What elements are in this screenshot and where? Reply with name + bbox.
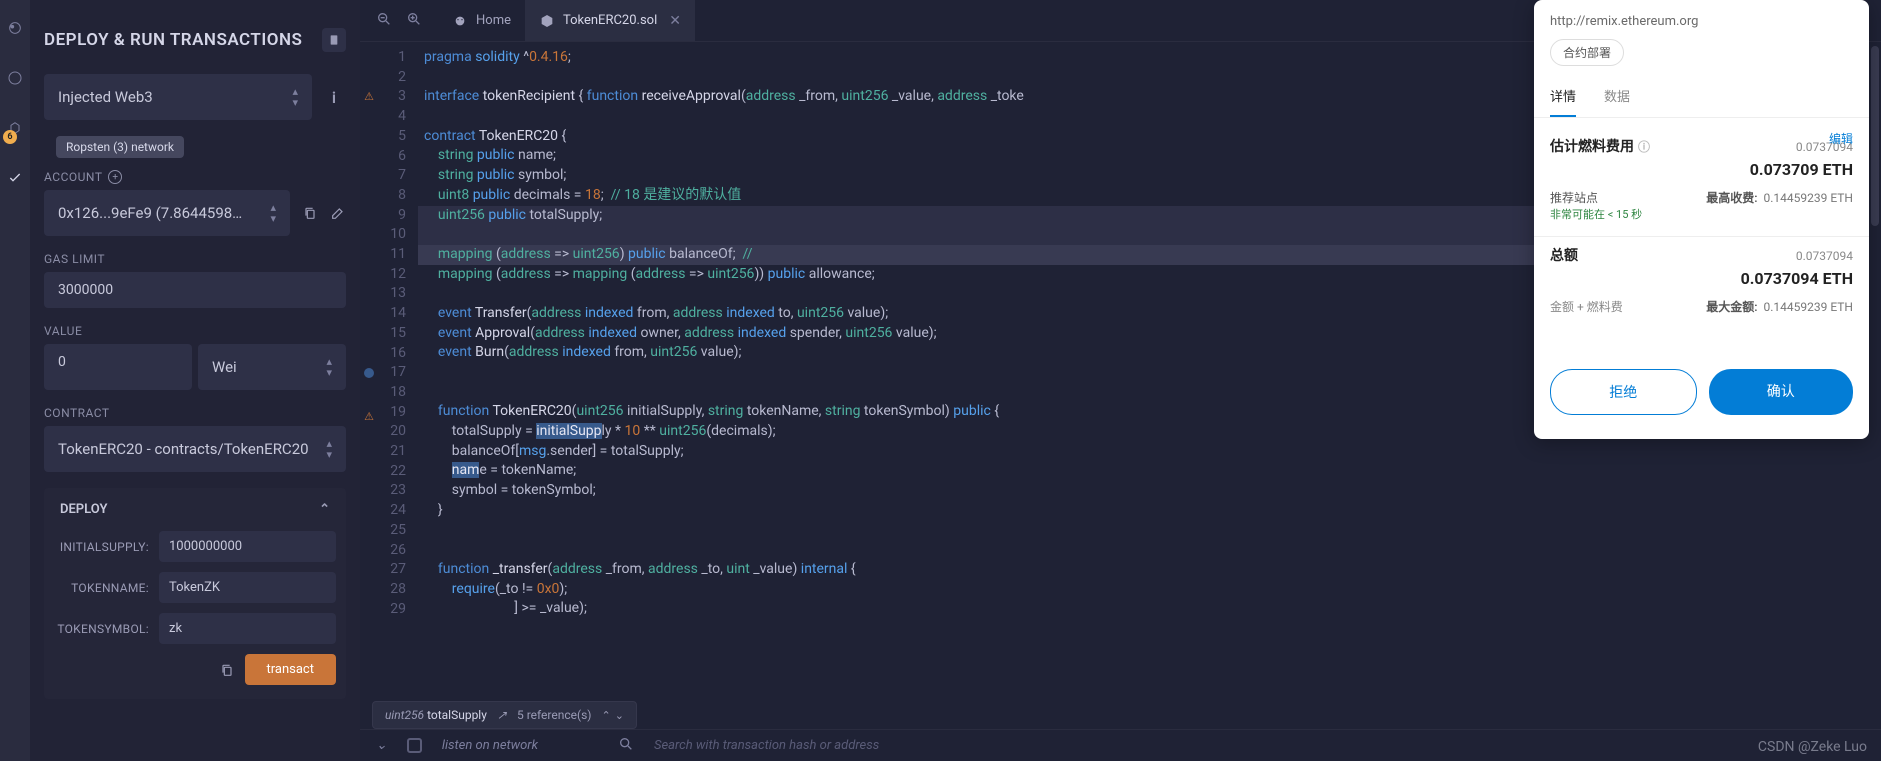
nav-icon-deploy[interactable] xyxy=(7,170,23,190)
network-tooltip: Ropsten (3) network xyxy=(56,136,184,158)
param-label-1: TOKENNAME: xyxy=(54,581,149,595)
chevron-updown-icon: ▴▾ xyxy=(270,202,276,224)
vertical-scrollbar[interactable] xyxy=(1869,42,1881,729)
chevron-updown-icon: ▴▾ xyxy=(326,356,332,378)
deploy-panel: DEPLOY & RUN TRANSACTIONS Injected Web3 … xyxy=(30,0,360,761)
mm-gas-big: 0.073709 ETH xyxy=(1550,160,1853,179)
deploy-label: DEPLOY xyxy=(60,502,107,517)
mm-url: http://remix.ethereum.org xyxy=(1534,0,1869,39)
env-info-icon[interactable]: i xyxy=(322,88,346,107)
chevron-updown-icon: ▴▾ xyxy=(292,86,298,108)
code-line[interactable]: } xyxy=(418,501,1881,521)
icon-rail xyxy=(0,0,30,761)
mm-pill: 合约部署 xyxy=(1550,39,1624,66)
account-label: ACCOUNT + xyxy=(44,170,346,184)
code-line[interactable] xyxy=(418,521,1881,541)
edit-account-icon[interactable] xyxy=(330,205,346,221)
copy-account-icon[interactable] xyxy=(302,205,318,221)
metamask-popup: http://remix.ethereum.org 合约部署 详情 数据 编辑 … xyxy=(1534,0,1869,439)
warning-icon[interactable]: ⚠ xyxy=(360,407,378,427)
tab-file[interactable]: TokenERC20.sol ✕ xyxy=(525,0,695,41)
mm-confirm-button[interactable]: 确认 xyxy=(1709,369,1854,415)
mm-gas-label: 估计燃料费用 xyxy=(1550,136,1634,156)
value-unit-select[interactable]: Wei ▴▾ xyxy=(198,344,346,390)
param-label-0: INITIALSUPPLY: xyxy=(54,540,149,554)
param-label-2: TOKENSYMBOL: xyxy=(54,622,149,636)
mm-total-small: 0.0737094 xyxy=(1796,249,1853,263)
mm-site-label: 推荐站点 xyxy=(1550,191,1598,205)
mm-reject-button[interactable]: 拒绝 xyxy=(1550,369,1697,415)
param-input-1[interactable]: TokenZK xyxy=(159,572,336,603)
deploy-section: DEPLOY ⌃ INITIALSUPPLY: 1000000000 TOKENNA… xyxy=(44,488,346,699)
nav-icon-1[interactable] xyxy=(7,70,23,90)
search-input[interactable]: Search with transaction hash or address xyxy=(654,738,879,753)
plus-icon[interactable]: + xyxy=(108,170,122,184)
code-line[interactable]: symbol = tokenSymbol; xyxy=(418,481,1881,501)
param-input-0[interactable]: 1000000000 xyxy=(159,531,336,562)
contract-label: CONTRACT xyxy=(44,406,346,420)
code-line[interactable] xyxy=(418,540,1881,560)
code-line[interactable]: ] >= _value); xyxy=(418,599,1881,619)
share-icon[interactable]: ↗ xyxy=(497,708,507,722)
info-circle-icon[interactable]: ⓘ xyxy=(1638,138,1650,155)
search-icon[interactable] xyxy=(618,736,634,756)
mm-total-label: 总额 xyxy=(1550,245,1578,265)
gas-label: GAS LIMIT xyxy=(44,252,346,266)
ref-down-icon[interactable]: ⌄ xyxy=(615,709,624,722)
code-line[interactable]: balanceOf[msg.sender] = totalSupply; xyxy=(418,442,1881,462)
warning-icon[interactable]: ⚠ xyxy=(360,87,378,107)
code-line[interactable]: name = tokenName; xyxy=(418,461,1881,481)
account-select[interactable]: 0x126...9eFe9 (7.8644598… ▴▾ xyxy=(44,190,290,236)
param-input-2[interactable]: zk xyxy=(159,613,336,644)
mm-edit-link[interactable]: 编辑 xyxy=(1829,130,1853,147)
mm-time: 非常可能在 < 15 秒 xyxy=(1550,208,1642,221)
code-line[interactable]: function _transfer(address _from, addres… xyxy=(418,560,1881,580)
remix-logo[interactable] xyxy=(7,20,23,40)
zoom-in-icon[interactable] xyxy=(406,11,422,31)
mm-total-big: 0.0737094 ETH xyxy=(1550,269,1853,288)
watermark: CSDN @Zeke Luo xyxy=(1758,739,1867,755)
panel-title: DEPLOY & RUN TRANSACTIONS xyxy=(44,30,302,50)
terminal-expand-icon[interactable]: ⌄ xyxy=(376,738,387,753)
reference-popup[interactable]: uint256 totalSupply ↗ 5 reference(s) ⌃ ⌄ xyxy=(372,701,637,729)
collapse-icon[interactable]: ⌃ xyxy=(319,502,330,517)
breakpoint-icon[interactable] xyxy=(364,368,374,378)
nav-icon-compile[interactable] xyxy=(7,120,23,140)
listen-checkbox[interactable] xyxy=(407,738,422,753)
terminal-bar: ⌄ listen on network Search with transact… xyxy=(360,729,1881,761)
code-line[interactable]: require(_to != 0x0); xyxy=(418,580,1881,600)
ref-up-icon[interactable]: ⌃ xyxy=(601,709,610,722)
value-input[interactable]: 0 xyxy=(44,344,192,390)
contract-select[interactable]: TokenERC20 - contracts/TokenERC20 ▴▾ xyxy=(44,426,346,472)
mm-tab-data[interactable]: 数据 xyxy=(1604,76,1630,117)
tab-home[interactable]: Home xyxy=(438,0,525,41)
mm-total-desc: 金额 + 燃料费 xyxy=(1550,298,1623,315)
environment-select[interactable]: Injected Web3 ▴▾ xyxy=(44,74,312,120)
transact-button[interactable]: transact xyxy=(245,654,337,685)
listen-label: listen on network xyxy=(442,738,538,753)
panel-doc-icon[interactable] xyxy=(322,28,346,52)
zoom-out-icon[interactable] xyxy=(376,11,392,31)
mm-tab-detail[interactable]: 详情 xyxy=(1550,76,1576,117)
copy-params-icon[interactable] xyxy=(219,662,235,678)
value-label: VALUE xyxy=(44,324,346,338)
gas-limit-input[interactable]: 3000000 xyxy=(44,272,346,308)
close-tab-icon[interactable]: ✕ xyxy=(669,13,681,29)
chevron-updown-icon: ▴▾ xyxy=(326,438,332,460)
